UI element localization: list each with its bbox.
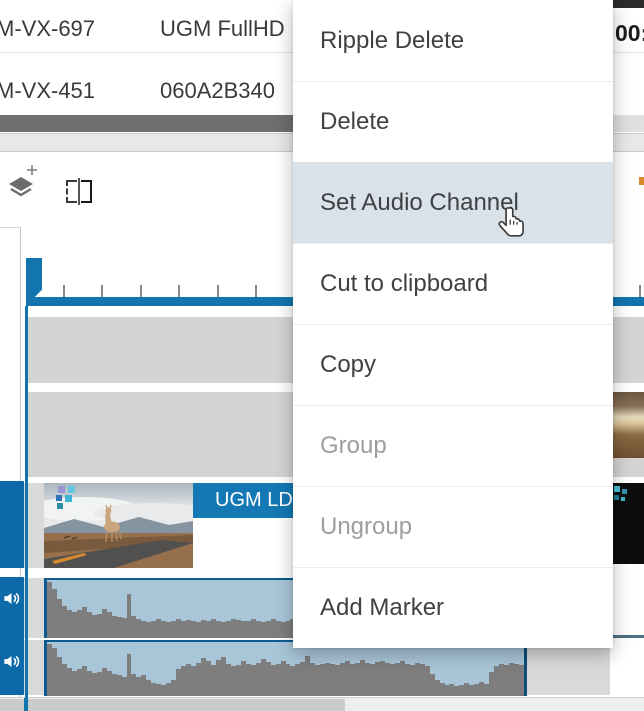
audio-waveform bbox=[47, 642, 524, 696]
clip-thumbnail[interactable] bbox=[612, 392, 644, 458]
panel-header-strip bbox=[613, 0, 644, 8]
speaker-icon bbox=[2, 589, 21, 608]
clip-thumbnail[interactable] bbox=[44, 483, 193, 568]
trim-icon bbox=[66, 178, 92, 205]
marker-icon[interactable] bbox=[639, 177, 644, 185]
bin-row-description[interactable]: UGM FullHD bbox=[160, 16, 285, 42]
menu-item-delete[interactable]: Delete bbox=[293, 81, 613, 162]
video-editor-window: M-VX-697 UGM FullHD M-VX-451 060A2B340 0… bbox=[0, 0, 644, 711]
watermark-pixel bbox=[622, 489, 627, 494]
bin-row-description[interactable]: 060A2B340 bbox=[160, 78, 275, 104]
track-header-audio[interactable] bbox=[0, 577, 24, 695]
audio-clip[interactable] bbox=[44, 640, 527, 696]
timeline-hscrollbar-thumb[interactable] bbox=[0, 699, 345, 711]
clip-label-text: UGM LD bbox=[215, 489, 293, 512]
track-header-video[interactable] bbox=[0, 481, 24, 568]
timeline-hscrollbar[interactable] bbox=[0, 697, 644, 711]
menu-item-group: Group bbox=[293, 405, 613, 486]
watermark-pixel bbox=[614, 495, 619, 500]
audio-monitor-button[interactable] bbox=[1, 651, 21, 671]
desert-llama-thumbnail bbox=[44, 483, 193, 568]
context-menu: Ripple DeleteDeleteSet Audio ChannelCut … bbox=[293, 0, 613, 648]
playhead-line[interactable] bbox=[25, 306, 28, 711]
add-layer-icon bbox=[5, 162, 39, 204]
bin-row-name[interactable]: M-VX-451 bbox=[0, 78, 95, 104]
menu-item-ripple-delete[interactable]: Ripple Delete bbox=[293, 0, 613, 81]
clip-thumbnail[interactable] bbox=[612, 483, 644, 564]
menu-item-ungroup: Ungroup bbox=[293, 486, 613, 567]
bin-row-name[interactable]: M-VX-697 bbox=[0, 16, 95, 42]
add-layer-button[interactable] bbox=[4, 160, 40, 206]
menu-item-cut-to-clipboard[interactable]: Cut to clipboard bbox=[293, 243, 613, 324]
menu-item-copy[interactable]: Copy bbox=[293, 324, 613, 405]
watermark-pixel bbox=[621, 497, 625, 501]
menu-item-add-marker[interactable]: Add Marker bbox=[293, 567, 613, 648]
speaker-icon bbox=[2, 652, 21, 671]
menu-item-set-audio-channel[interactable]: Set Audio Channel bbox=[293, 162, 613, 243]
audio-monitor-button[interactable] bbox=[1, 588, 21, 608]
clip-divider-line bbox=[610, 635, 644, 638]
audio-clip-sliver bbox=[610, 568, 644, 695]
trim-button[interactable] bbox=[64, 176, 94, 206]
bin-row-duration: 00: bbox=[615, 20, 644, 47]
watermark-pixel bbox=[614, 486, 620, 492]
